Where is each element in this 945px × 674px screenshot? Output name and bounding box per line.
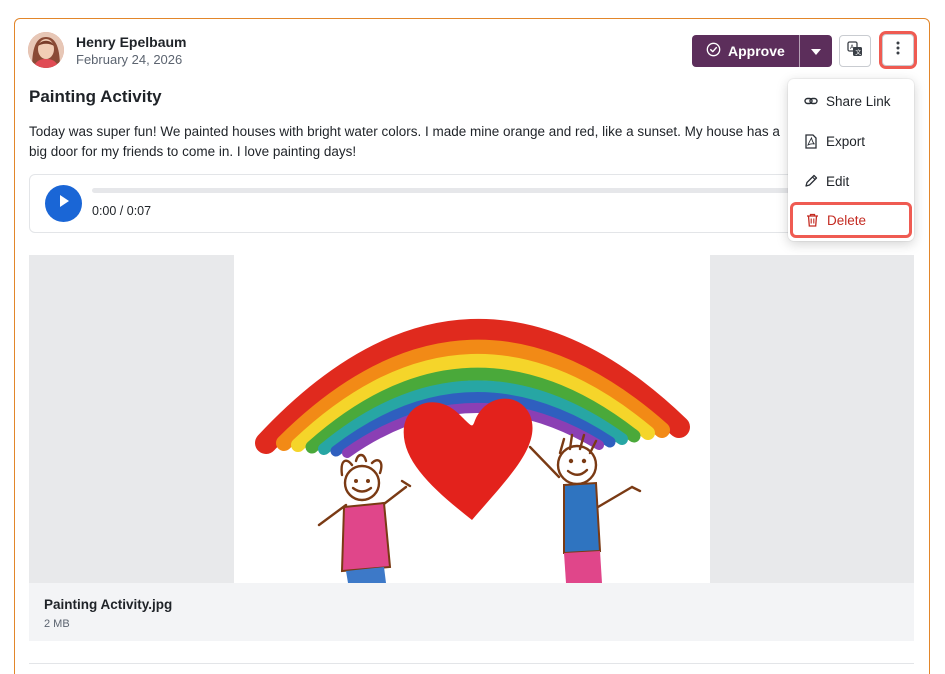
post-title: Painting Activity: [29, 87, 162, 106]
approve-button[interactable]: Approve: [692, 35, 799, 67]
pencil-icon: [804, 174, 818, 188]
attachment-name[interactable]: Painting Activity.jpg: [44, 597, 172, 612]
play-button[interactable]: [45, 185, 82, 222]
check-circle-icon: [706, 42, 721, 60]
menu-item-label: Share Link: [826, 93, 891, 109]
vertical-dots-icon: [896, 41, 900, 60]
play-icon: [58, 194, 70, 213]
menu-item-label: Export: [826, 133, 866, 149]
post-date: February 24, 2026: [76, 52, 183, 67]
image-preview[interactable]: [29, 255, 914, 583]
more-options-menu: Share Link Export Edit Delete: [788, 79, 914, 241]
link-icon: [804, 94, 818, 108]
trash-icon: [805, 213, 819, 227]
caret-down-icon: [810, 42, 821, 60]
menu-item-label: Delete: [827, 212, 867, 228]
approve-dropdown-button[interactable]: [800, 35, 832, 67]
rainbow-drawing-image: [234, 255, 710, 583]
approve-split-button: Approve: [692, 35, 832, 67]
audio-player: 0:00 / 0:07: [29, 174, 914, 233]
attachment-size: 2 MB: [44, 618, 70, 630]
translate-button[interactable]: A 文: [839, 35, 871, 67]
svg-text:文: 文: [855, 48, 861, 56]
author-name[interactable]: Henry Epelbaum: [76, 34, 186, 50]
more-options-button[interactable]: [882, 34, 914, 66]
menu-item-share-link[interactable]: Share Link: [792, 85, 910, 117]
approve-label: Approve: [728, 43, 785, 59]
menu-item-label: Edit: [826, 173, 850, 189]
divider: [29, 663, 914, 664]
menu-item-edit[interactable]: Edit: [792, 165, 910, 197]
translate-icon: A 文: [847, 40, 863, 62]
audio-time: 0:00 / 0:07: [92, 204, 152, 218]
avatar: [28, 32, 64, 68]
pdf-file-icon: [804, 133, 818, 149]
post-body: Today was super fun! We painted houses w…: [29, 124, 780, 159]
audio-progress-track[interactable]: [92, 188, 892, 193]
menu-item-export[interactable]: Export: [792, 125, 910, 157]
attachment-info: Painting Activity.jpg 2 MB: [29, 583, 914, 641]
menu-item-delete[interactable]: Delete: [792, 204, 910, 236]
